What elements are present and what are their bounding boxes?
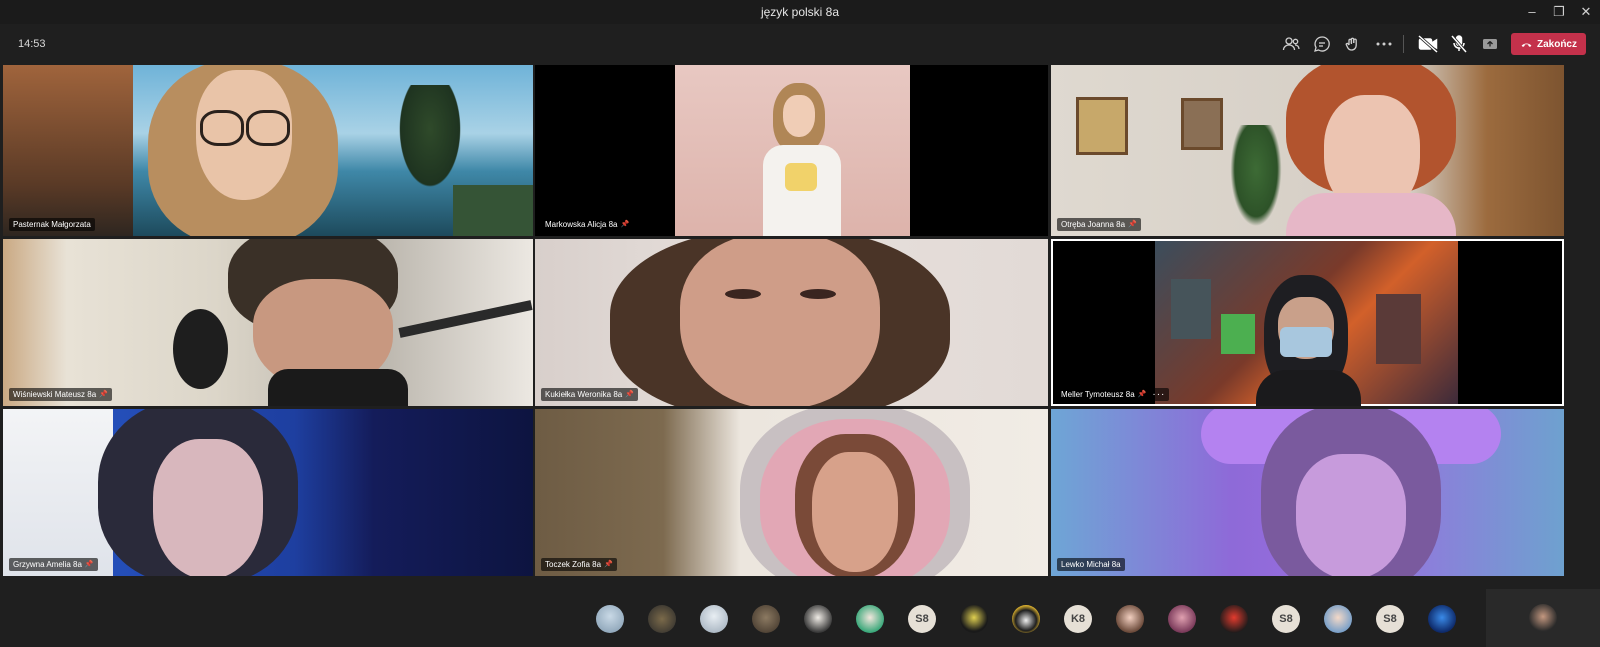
video-tile-wisniewski[interactable]: Wiśniewski Mateusz 8a 📌 — [3, 239, 533, 406]
participant-avatar-initials[interactable]: S8 — [908, 605, 936, 633]
self-avatar — [1529, 604, 1557, 632]
participant-name-label: Otręba Joanna 8a 📌 — [1057, 218, 1141, 231]
participant-name-label: Wiśniewski Mateusz 8a 📌 — [9, 388, 112, 401]
participant-name: Markowska Alicja 8a — [545, 220, 618, 229]
pin-icon: 📌 — [604, 561, 613, 568]
minimize-icon[interactable]: – — [1518, 0, 1546, 24]
participant-name-label: Grzywna Amelia 8a 📌 — [9, 558, 98, 571]
video-grid: Pasternak Małgorzata Markowska Alicja 8a… — [3, 65, 1597, 589]
phone-hangup-icon — [1521, 43, 1532, 47]
participant-name-label: Pasternak Małgorzata — [9, 218, 95, 231]
participant-name-label: Toczek Zofia 8a 📌 — [541, 558, 617, 571]
participant-name: Otręba Joanna 8a — [1061, 220, 1126, 229]
meeting-timer: 14:53 — [18, 38, 46, 50]
wall-picture — [1076, 97, 1128, 155]
game-character — [1376, 294, 1421, 364]
title-bar: język polski 8a – ❐ ✕ — [0, 0, 1600, 24]
close-icon[interactable]: ✕ — [1572, 0, 1600, 24]
participant-figure — [1286, 65, 1456, 236]
pin-icon: 📌 — [620, 221, 630, 228]
video-tile-grzywna[interactable]: Grzywna Amelia 8a 📌 — [3, 409, 533, 576]
video-tile-markowska[interactable]: Markowska Alicja 8a 📌 — [535, 65, 1048, 236]
participant-name: Meller Tymoteusz 8a — [1061, 390, 1135, 399]
video-tile-lewko[interactable]: Lewko Michał 8a — [1051, 409, 1564, 576]
participant-name: Lewko Michał 8a — [1061, 560, 1121, 569]
participant-name: Pasternak Małgorzata — [13, 220, 91, 229]
participant-avatar[interactable] — [1168, 605, 1196, 633]
mic-off-icon[interactable] — [1447, 32, 1471, 56]
participant-name-label: Meller Tymoteusz 8a 📌 ··· — [1057, 388, 1170, 401]
hang-up-label: Zakończ — [1536, 38, 1577, 50]
participant-avatar[interactable] — [804, 605, 832, 633]
tile-background — [3, 409, 113, 576]
participant-avatar[interactable] — [1012, 605, 1040, 633]
restore-icon[interactable]: ❐ — [1545, 0, 1573, 24]
reactions-icon[interactable] — [1341, 32, 1365, 56]
pin-icon: 📌 — [99, 391, 108, 398]
participant-figure — [763, 83, 843, 236]
participant-name-label: Lewko Michał 8a — [1057, 558, 1125, 571]
participant-avatar[interactable] — [1220, 605, 1248, 633]
toolbar-divider — [1403, 35, 1404, 53]
participant-avatar[interactable] — [648, 605, 676, 633]
participant-avatar[interactable] — [1324, 605, 1352, 633]
participant-figure — [1201, 409, 1501, 576]
video-tile-otreba[interactable]: Otręba Joanna 8a 📌 — [1051, 65, 1564, 236]
more-options-icon[interactable]: ··· — [1152, 389, 1165, 400]
participant-avatar[interactable] — [856, 605, 884, 633]
more-actions-icon[interactable] — [1372, 32, 1396, 56]
participant-avatar-initials[interactable]: K8 — [1064, 605, 1092, 633]
meeting-toolbar: 14:53 Zakończ — [0, 24, 1600, 64]
video-tile-meller[interactable]: Meller Tymoteusz 8a 📌 ··· — [1051, 239, 1564, 406]
video-tile-toczek[interactable]: Toczek Zofia 8a 📌 — [535, 409, 1048, 576]
video-tile-kukielka[interactable]: Kukiełka Weronika 8a 📌 — [535, 239, 1048, 406]
participant-figure — [168, 239, 438, 406]
participant-name: Kukiełka Weronika 8a — [545, 390, 623, 399]
participant-name: Toczek Zofia 8a — [545, 560, 602, 569]
participant-avatar[interactable] — [960, 605, 988, 633]
tile-background — [3, 65, 133, 236]
participant-avatar-initials[interactable]: S8 — [1272, 605, 1300, 633]
participant-avatar[interactable] — [700, 605, 728, 633]
participant-avatar[interactable] — [1116, 605, 1144, 633]
wall-picture — [1181, 98, 1223, 150]
pin-icon: 📌 — [1128, 221, 1137, 228]
participant-name: Wiśniewski Mateusz 8a — [13, 390, 97, 399]
participant-name-label: Markowska Alicja 8a 📌 — [541, 218, 634, 231]
camera-off-icon[interactable] — [1416, 32, 1440, 56]
participant-avatar-initials[interactable]: S8 — [1376, 605, 1404, 633]
participant-avatar[interactable] — [752, 605, 780, 633]
pin-icon: 📌 — [84, 561, 94, 568]
tile-background — [453, 185, 533, 236]
game-character — [1171, 279, 1211, 339]
hang-up-button[interactable]: Zakończ — [1511, 33, 1586, 55]
share-screen-icon[interactable] — [1478, 32, 1502, 56]
game-character — [1221, 314, 1255, 354]
participant-figure — [1256, 275, 1361, 406]
window-title: język polski 8a — [760, 5, 840, 19]
participant-name-label: Kukiełka Weronika 8a 📌 — [541, 388, 638, 401]
participant-figure — [610, 239, 950, 406]
participant-roster: S8 K8 S8 S8 — [0, 589, 1600, 647]
participant-avatar[interactable] — [596, 605, 624, 633]
participants-icon[interactable] — [1279, 32, 1303, 56]
participant-figure — [98, 409, 308, 576]
self-view-tile[interactable] — [1486, 589, 1600, 647]
video-tile-pasternak[interactable]: Pasternak Małgorzata — [3, 65, 533, 236]
tile-background — [395, 85, 465, 195]
chat-icon[interactable] — [1310, 32, 1334, 56]
pin-icon: 📌 — [1137, 391, 1147, 398]
participant-figure — [740, 409, 975, 576]
pin-icon: 📌 — [625, 391, 634, 398]
participant-name: Grzywna Amelia 8a — [13, 560, 82, 569]
participant-figure — [148, 65, 348, 236]
plant — [1226, 125, 1286, 236]
participant-avatar[interactable] — [1428, 605, 1456, 633]
